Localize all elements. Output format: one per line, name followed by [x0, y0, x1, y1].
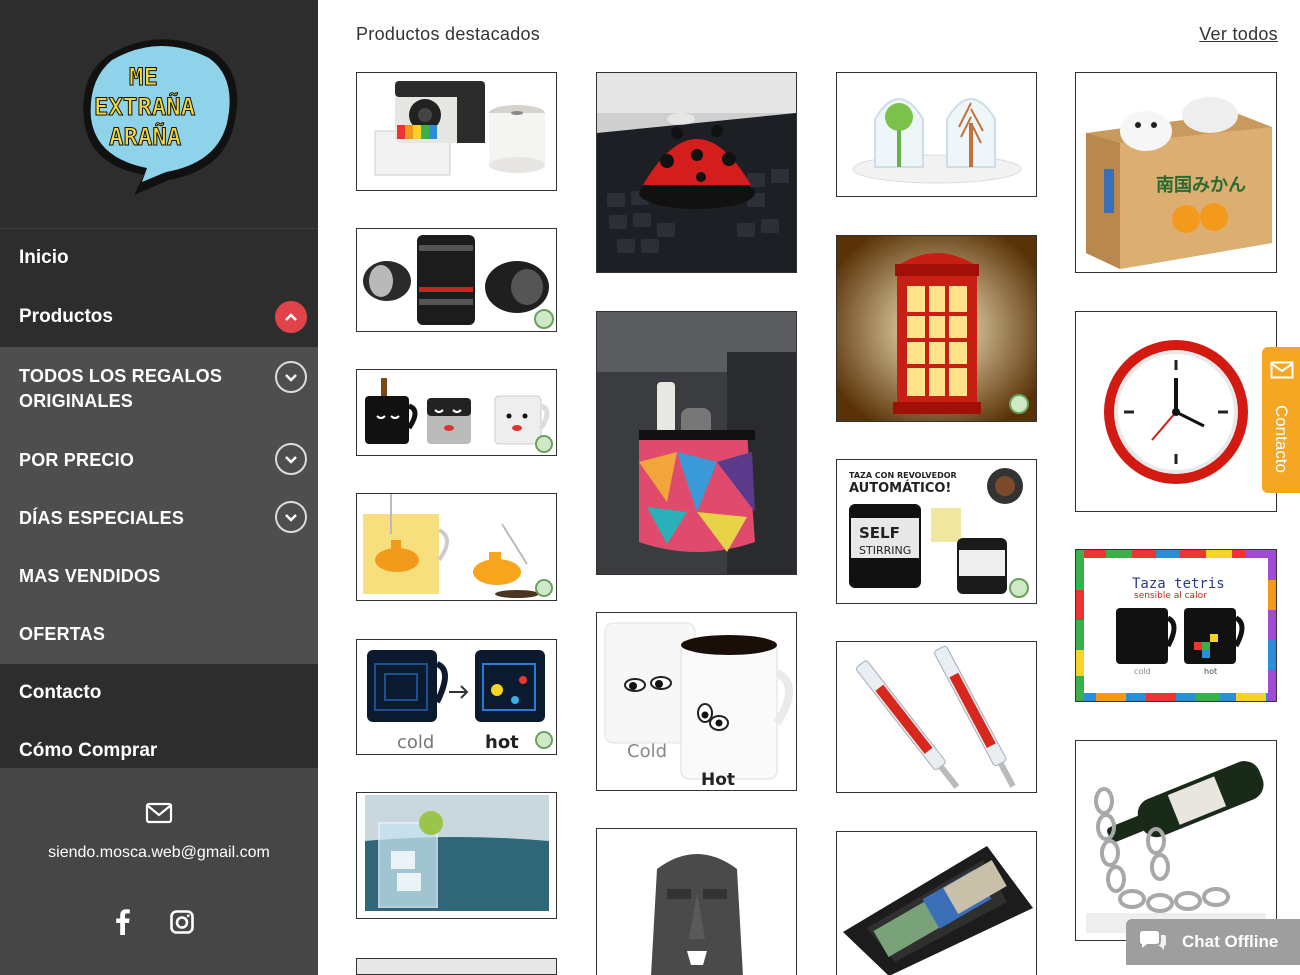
chevron-down-icon: [285, 456, 297, 464]
product-image-ladybug-vacuum: [597, 73, 796, 272]
product-card[interactable]: Taza tetris sensible al calor cold hot: [1075, 549, 1277, 702]
product-image-pacman-mugs: cold hot: [357, 640, 556, 754]
nav-como-comprar[interactable]: Cómo Comprar: [0, 722, 318, 768]
product-image-submarine-infuser: [357, 494, 556, 600]
logo-area: ME EXTRAÑA ARAÑA: [0, 0, 318, 229]
p2-cold-label: cold: [397, 732, 434, 753]
envelope-icon[interactable]: [145, 802, 173, 824]
product-card[interactable]: [1075, 740, 1277, 941]
nav-productos-label: Productos: [19, 306, 113, 327]
product-image-wine-chain: [1076, 741, 1276, 940]
chat-widget[interactable]: Chat Offline: [1126, 919, 1300, 965]
submenu-item-todos-label: TODOS LOS REGALOS ORIGINALES: [19, 366, 223, 411]
nav-contacto[interactable]: Contacto: [0, 664, 318, 722]
product-image-face-mugs: [357, 370, 556, 455]
tetris-cold: cold: [1134, 667, 1151, 676]
collapse-toggle[interactable]: [275, 301, 307, 333]
section-title: Productos destacados: [356, 24, 541, 44]
mug-cold-label: Cold: [627, 741, 667, 762]
product-image-car-organizer: [597, 312, 796, 574]
product-card[interactable]: [836, 235, 1037, 422]
product-card[interactable]: [836, 641, 1037, 793]
product-card[interactable]: [1075, 311, 1277, 512]
chevron-up-icon: [285, 313, 297, 321]
submenu-item-ofertas-label: OFERTAS: [19, 623, 106, 644]
expand-toggle[interactable]: [275, 501, 307, 533]
nav-productos[interactable]: Productos: [0, 288, 318, 346]
tetris-title: Taza tetris: [1132, 576, 1225, 592]
product-image-partial: [357, 959, 556, 974]
chevron-down-icon: [285, 514, 297, 522]
p2-hot-label: hot: [485, 732, 519, 753]
product-card[interactable]: [356, 958, 557, 975]
product-card[interactable]: [356, 493, 557, 601]
product-image-wall-clock: [1076, 312, 1276, 511]
submenu-item-dias-label: DÍAS ESPECIALES: [19, 507, 185, 528]
product-image-moai-tissue: [597, 829, 796, 975]
product-image-tree-shakers: [837, 73, 1036, 196]
product-card[interactable]: [836, 831, 1037, 975]
product-card[interactable]: Cold Hot: [596, 612, 797, 791]
chevron-down-icon: [285, 374, 297, 382]
product-image-penguin-glass: [357, 793, 556, 918]
product-card[interactable]: [596, 72, 797, 273]
mug-hot-label: Hot: [701, 770, 735, 790]
svg-text:STIRRING: STIRRING: [859, 544, 911, 557]
svg-text:EXTRAÑA: EXTRAÑA: [94, 92, 196, 121]
nav-inicio-label: Inicio: [19, 247, 69, 268]
product-card[interactable]: TAZA CON REVOLVEDOR AUTOMÁTICO! SELF STI…: [836, 459, 1037, 604]
submenu-item-precio[interactable]: POR PRECIO: [0, 431, 318, 489]
view-all-link[interactable]: Ver todos: [1199, 24, 1278, 45]
expand-toggle[interactable]: [275, 443, 307, 475]
product-image-phone-booth-lamp: [837, 236, 1036, 421]
product-card[interactable]: [356, 228, 557, 332]
product-card[interactable]: [356, 792, 557, 919]
contact-email[interactable]: siendo.mosca.web@gmail.com: [0, 844, 318, 862]
contact-area: siendo.mosca.web@gmail.com: [0, 768, 318, 975]
chat-label: Chat Offline: [1182, 932, 1279, 951]
product-image-self-stirring-mug: TAZA CON REVOLVEDOR AUTOMÁTICO! SELF STI…: [837, 460, 1036, 603]
product-card[interactable]: [356, 72, 557, 191]
submenu-item-mas-vendidos[interactable]: MAS VENDIDOS: [0, 547, 318, 605]
product-card[interactable]: [596, 311, 797, 575]
main-header: Productos destacados Ver todos: [356, 24, 1278, 48]
product-image-syringe-pens: [837, 642, 1036, 792]
brand-logo[interactable]: ME EXTRAÑA ARAÑA: [74, 30, 244, 200]
product-image-cat-box-bank: 南国みかん: [1076, 73, 1276, 272]
tetris-subtitle: sensible al calor: [1134, 591, 1207, 601]
product-card[interactable]: [836, 72, 1037, 197]
product-card[interactable]: [356, 369, 557, 456]
submenu-item-mas-vendidos-label: MAS VENDIDOS: [19, 565, 161, 586]
nav-como-comprar-label: Cómo Comprar: [19, 740, 158, 761]
facebook-icon[interactable]: [115, 909, 131, 935]
submenu-item-todos[interactable]: TODOS LOS REGALOS ORIGINALES: [0, 347, 318, 431]
nav-inicio[interactable]: Inicio: [0, 229, 318, 287]
product-image-camera-printer: [357, 73, 556, 190]
chat-bubbles-icon: [1140, 931, 1166, 950]
product-image-tetris-mugs: Taza tetris sensible al calor cold hot: [1076, 550, 1276, 701]
submenu-item-dias[interactable]: DÍAS ESPECIALES: [0, 489, 318, 547]
svg-text:SELF: SELF: [859, 524, 900, 542]
box-japanese-text: 南国みかん: [1156, 174, 1246, 196]
svg-text:ARAÑA: ARAÑA: [109, 122, 182, 151]
productos-submenu: TODOS LOS REGALOS ORIGINALES POR PRECIO …: [0, 347, 318, 664]
submenu-item-ofertas[interactable]: OFERTAS: [0, 605, 318, 663]
product-card[interactable]: [596, 828, 797, 975]
submenu-item-precio-label: POR PRECIO: [19, 449, 135, 470]
product-image-card-wallet: [837, 832, 1036, 975]
product-card[interactable]: 南国みかん: [1075, 72, 1277, 273]
sidebar: ME EXTRAÑA ARAÑA Inicio Productos TODOS …: [0, 0, 318, 975]
tetris-hot: hot: [1204, 667, 1217, 676]
svg-text:ME: ME: [129, 63, 158, 91]
self-stirring-auto: AUTOMÁTICO!: [849, 480, 951, 496]
contact-tab-label: Contacto: [1272, 404, 1291, 473]
contact-tab[interactable]: Contacto: [1262, 347, 1300, 493]
self-stirring-top: TAZA CON REVOLVEDOR: [849, 471, 957, 480]
expand-toggle[interactable]: [275, 361, 307, 393]
instagram-icon[interactable]: [170, 910, 194, 934]
product-card[interactable]: cold hot: [356, 639, 557, 755]
product-image-eyes-mugs: Cold Hot: [597, 613, 796, 790]
product-image-lens-mugs: [357, 229, 556, 331]
nav-contacto-label: Contacto: [19, 682, 102, 703]
